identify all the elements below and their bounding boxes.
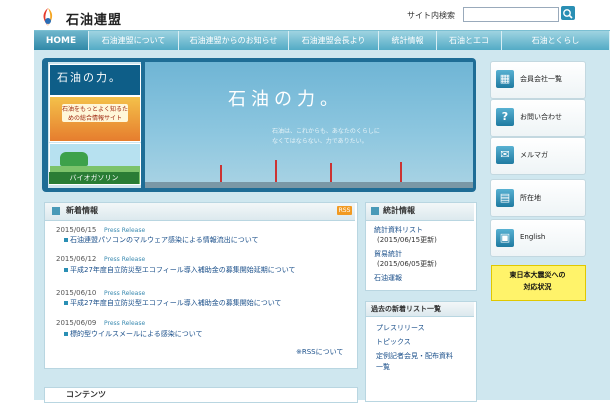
arrow-icon xyxy=(64,268,68,272)
english-icon: ▣ xyxy=(496,229,514,247)
map-icon: ▤ xyxy=(496,189,514,207)
nav-news[interactable]: 石油連盟からのお知らせ xyxy=(179,31,289,51)
hero-subtitle-line1: 石油は、これからも、あなたのくらしに xyxy=(272,128,380,135)
thumb3-label: バイオガソリン xyxy=(49,172,139,184)
news-title: 新着情報 xyxy=(66,206,98,215)
arrow-icon xyxy=(64,332,68,336)
stats-title: 統計情報 xyxy=(383,206,415,215)
past-link-topics[interactable]: トピックス xyxy=(376,337,411,347)
stats-link[interactable]: 統計資料リスト xyxy=(374,225,423,235)
stats-link[interactable]: 石油運報 xyxy=(374,273,402,283)
press-release-tag: Press Release xyxy=(104,290,146,297)
car-icon xyxy=(60,152,88,166)
sidebar-mailmag-label: メルマガ xyxy=(520,151,548,159)
rss-about-link[interactable]: ※RSSについて xyxy=(296,347,343,357)
hero-title: 石油の力。 xyxy=(228,89,343,110)
search-input[interactable] xyxy=(463,7,559,22)
chimney-icon xyxy=(220,165,222,182)
search-label: サイト内検索 xyxy=(407,11,455,20)
sidebar-location-label: 所在地 xyxy=(520,194,541,202)
stats-link[interactable]: 貿易統計 xyxy=(374,249,402,259)
earthquake-line1: 東日本大震災への xyxy=(509,271,566,279)
nav-chairman[interactable]: 石油連盟会長より xyxy=(289,31,379,51)
news-date: 2015/06/09 xyxy=(56,319,97,327)
press-release-tag: Press Release xyxy=(104,227,146,234)
sidebar-contact-label: お問い合わせ xyxy=(520,113,562,121)
hero-banner[interactable] xyxy=(145,62,473,188)
hero-skyline xyxy=(145,182,473,188)
arrow-icon xyxy=(64,238,68,242)
rss-icon[interactable]: RSS xyxy=(337,206,352,215)
earthquake-line2: 対応状況 xyxy=(523,283,552,291)
chimney-icon xyxy=(330,163,332,182)
past-link-list[interactable]: 一覧 xyxy=(376,362,390,372)
past-link-briefing[interactable]: 定例記者会見・配布資料 xyxy=(376,351,453,361)
chimney-icon xyxy=(275,160,277,182)
past-link-press[interactable]: プレスリリース xyxy=(376,323,425,333)
logo-text[interactable]: 石油連盟 xyxy=(66,9,122,28)
past-list-title: 過去の新着リスト一覧 xyxy=(371,305,441,313)
mail-icon: ✉ xyxy=(496,146,514,164)
building-icon: ▦ xyxy=(496,70,514,88)
press-release-tag: Press Release xyxy=(104,320,146,327)
question-icon: ? xyxy=(496,108,514,126)
stats-section-icon xyxy=(371,207,379,215)
nav-life[interactable]: 石油とくらし xyxy=(502,31,610,51)
sidebar-members-label: 会員会社一覧 xyxy=(520,75,562,83)
news-link[interactable]: 平成27年度自立防災型エコフィール導入補助金の募集開始について xyxy=(70,298,282,308)
stats-updated: (2015/06/05更新) xyxy=(377,260,437,268)
arrow-icon xyxy=(64,301,68,305)
news-date: 2015/06/12 xyxy=(56,255,97,263)
sidebar-english-label: English xyxy=(520,233,546,241)
thumb1-text: 石油の力。 xyxy=(57,71,122,84)
news-date: 2015/06/10 xyxy=(56,289,97,297)
search-icon xyxy=(563,9,573,19)
chimney-icon xyxy=(400,162,402,182)
news-link[interactable]: 標的型ウイルスメールによる感染について xyxy=(70,329,203,339)
nav-eco[interactable]: 石油とエコ xyxy=(437,31,502,51)
nav-home[interactable]: HOME xyxy=(34,31,89,51)
hero-subtitle-line2: なくてはならない、力でありたい。 xyxy=(272,138,368,145)
contents-title: コンテンツ xyxy=(66,390,106,399)
news-date: 2015/06/15 xyxy=(56,226,97,234)
logo-icon[interactable] xyxy=(38,7,58,27)
news-link[interactable]: 平成27年度自立防災型エコフィール導入補助金の募集開始延期について xyxy=(70,265,296,275)
thumb2-text: 石油をもっとよく知るための総合情報サイト xyxy=(62,104,129,122)
stats-updated: (2015/06/15更新) xyxy=(377,236,437,244)
news-link[interactable]: 石油連盟パソコンのマルウェア感染による情報流出について xyxy=(70,235,259,245)
nav-about[interactable]: 石油連盟について xyxy=(89,31,179,51)
search-button[interactable] xyxy=(561,6,575,20)
news-section-icon xyxy=(52,207,60,215)
global-nav: HOME 石油連盟について 石油連盟からのお知らせ 石油連盟会長より 統計情報 … xyxy=(34,30,610,51)
nav-statistics[interactable]: 統計情報 xyxy=(379,31,437,51)
press-release-tag: Press Release xyxy=(104,256,146,263)
